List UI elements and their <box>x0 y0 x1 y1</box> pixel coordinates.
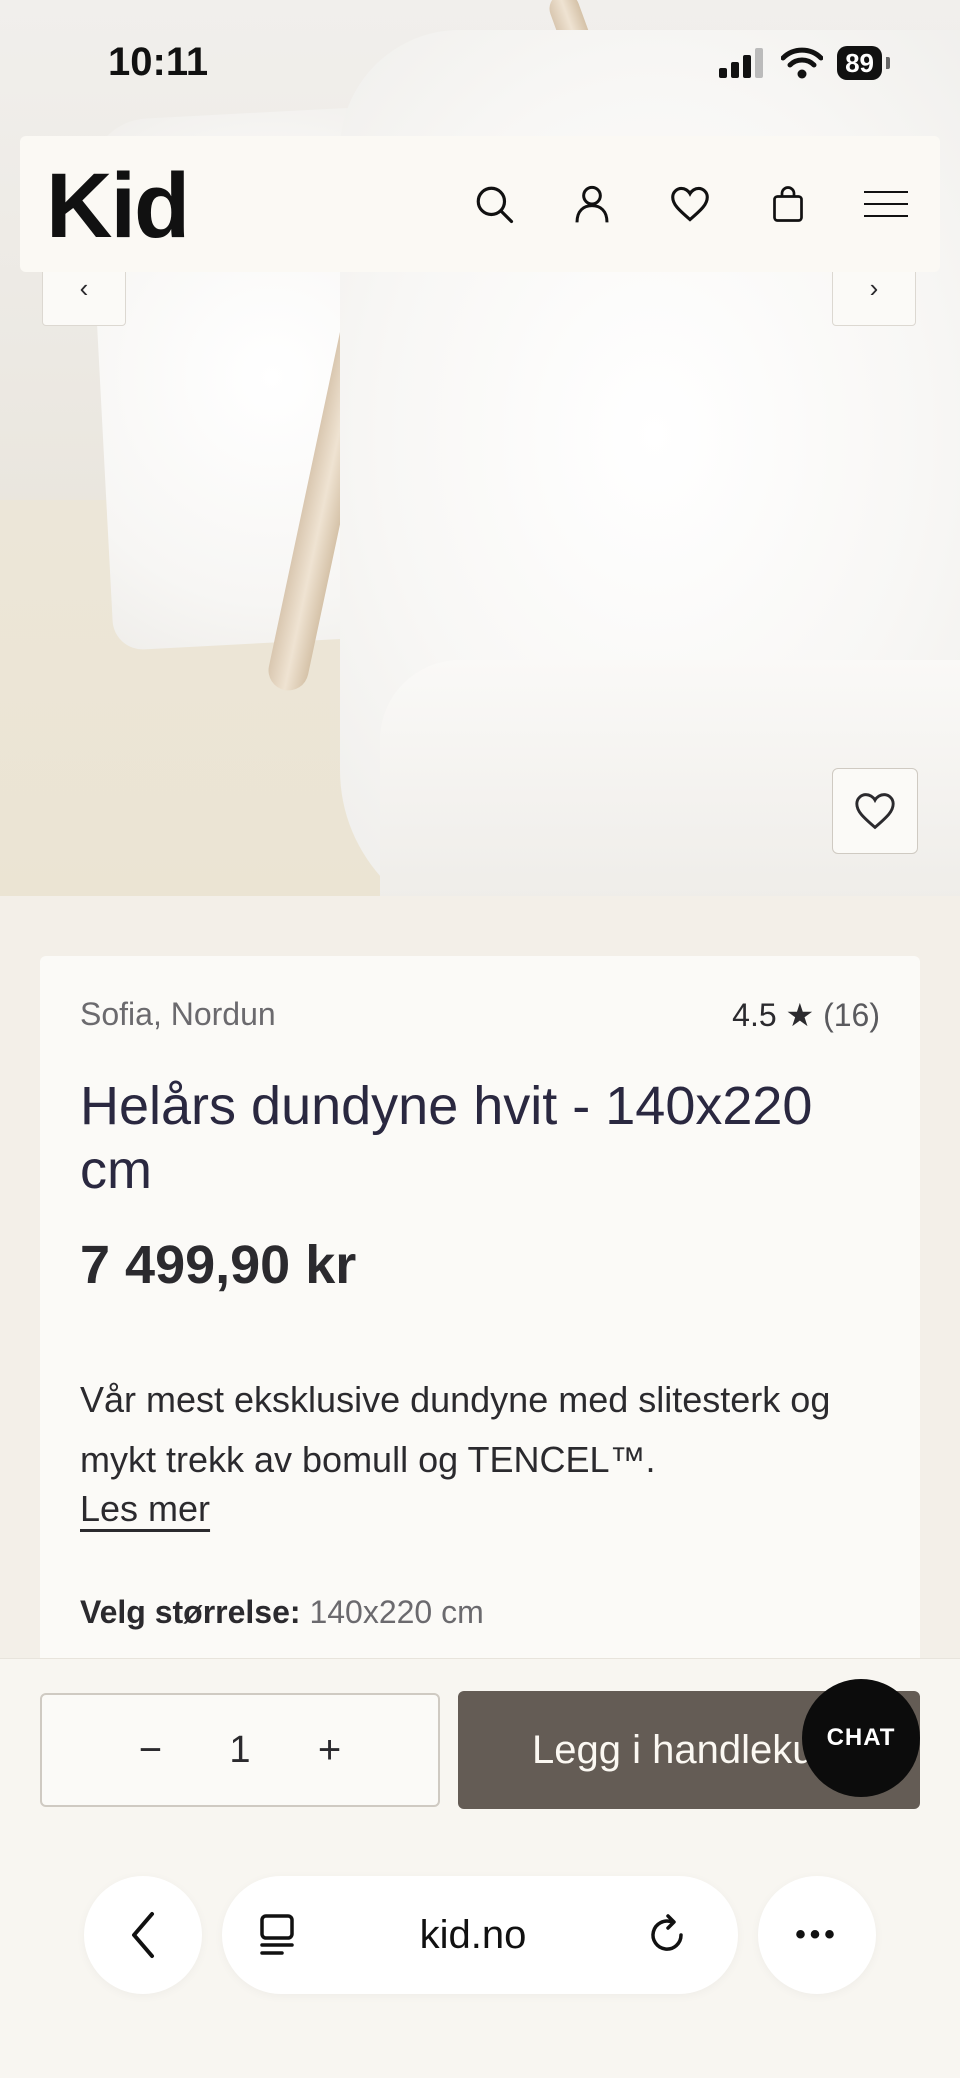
chat-button[interactable]: CHAT <box>802 1679 920 1797</box>
product-description: Vår mest eksklusive dundyne med sliteste… <box>80 1379 831 1480</box>
star-icon: ★ <box>785 997 815 1033</box>
size-label: Velg størrelse: <box>80 1594 301 1630</box>
chevron-left-icon: ‹ <box>79 272 89 303</box>
quantity-stepper: − 1 + <box>40 1693 440 1807</box>
quantity-value: 1 <box>229 1728 251 1771</box>
browser-address-bar[interactable]: kid.no <box>222 1876 738 1994</box>
header-icons <box>464 174 916 234</box>
chevron-left-icon <box>132 1912 154 1958</box>
rating-value: 4.5 <box>732 997 777 1033</box>
browser-back-button[interactable] <box>84 1876 202 1994</box>
product-info-card: Sofia, Nordun 4.5 ★ (16) Helårs dundyne … <box>40 956 920 1696</box>
search-button[interactable] <box>464 174 524 234</box>
size-value: 140x220 cm <box>309 1594 484 1630</box>
status-icons: 89 <box>719 46 890 80</box>
decrease-quantity-button[interactable]: − <box>125 1728 175 1773</box>
battery-tip <box>886 57 890 69</box>
wishlist-button[interactable] <box>660 174 720 234</box>
signal-icon <box>719 48 764 78</box>
read-more-link[interactable]: Les mer <box>80 1488 210 1530</box>
product-image[interactable]: ‹ › <box>0 0 960 896</box>
wifi-icon <box>781 47 824 79</box>
size-selector-label: Velg størrelse: 140x220 cm <box>80 1594 484 1631</box>
chevron-right-icon: › <box>869 272 879 303</box>
heart-icon <box>855 793 895 830</box>
status-time: 10:11 <box>108 40 209 84</box>
hamburger-menu-icon <box>864 191 908 217</box>
battery-indicator: 89 <box>837 46 882 80</box>
browser-more-button[interactable]: ••• <box>758 1876 876 1994</box>
cart-button[interactable] <box>758 174 818 234</box>
favorite-button[interactable] <box>832 768 918 854</box>
review-count: (16) <box>823 997 880 1033</box>
shopping-bag-icon <box>773 186 803 222</box>
search-icon <box>476 186 514 224</box>
more-icon: ••• <box>795 1918 839 1951</box>
site-header: Kid <box>20 136 940 272</box>
product-rating[interactable]: 4.5 ★ (16) <box>732 996 880 1034</box>
user-icon <box>575 185 609 223</box>
account-button[interactable] <box>562 174 622 234</box>
sticky-cart-bar: − 1 + Legg i handlekurv CHAT <box>0 1658 960 2078</box>
status-bar: 10:11 89 <box>0 0 960 130</box>
chat-label: CHAT <box>826 1724 896 1751</box>
browser-url[interactable]: kid.no <box>420 1913 527 1958</box>
product-brand[interactable]: Sofia, Nordun <box>80 996 276 1033</box>
logo[interactable]: Kid <box>46 154 190 259</box>
menu-button[interactable] <box>856 174 916 234</box>
page: ‹ › 10:11 89 Kid Sofia, Nordun 4.5 ★ (16… <box>0 0 960 2078</box>
product-title: Helårs dundyne hvit - 140x220 cm <box>80 1076 813 1200</box>
reader-tabs-icon[interactable] <box>258 1913 298 1957</box>
product-price: 7 499,90 kr <box>80 1235 357 1295</box>
heart-icon <box>671 186 709 222</box>
increase-quantity-button[interactable]: + <box>305 1728 355 1773</box>
add-to-cart-label: Legg i handlekurv <box>532 1727 848 1772</box>
reload-icon[interactable] <box>648 1913 688 1957</box>
